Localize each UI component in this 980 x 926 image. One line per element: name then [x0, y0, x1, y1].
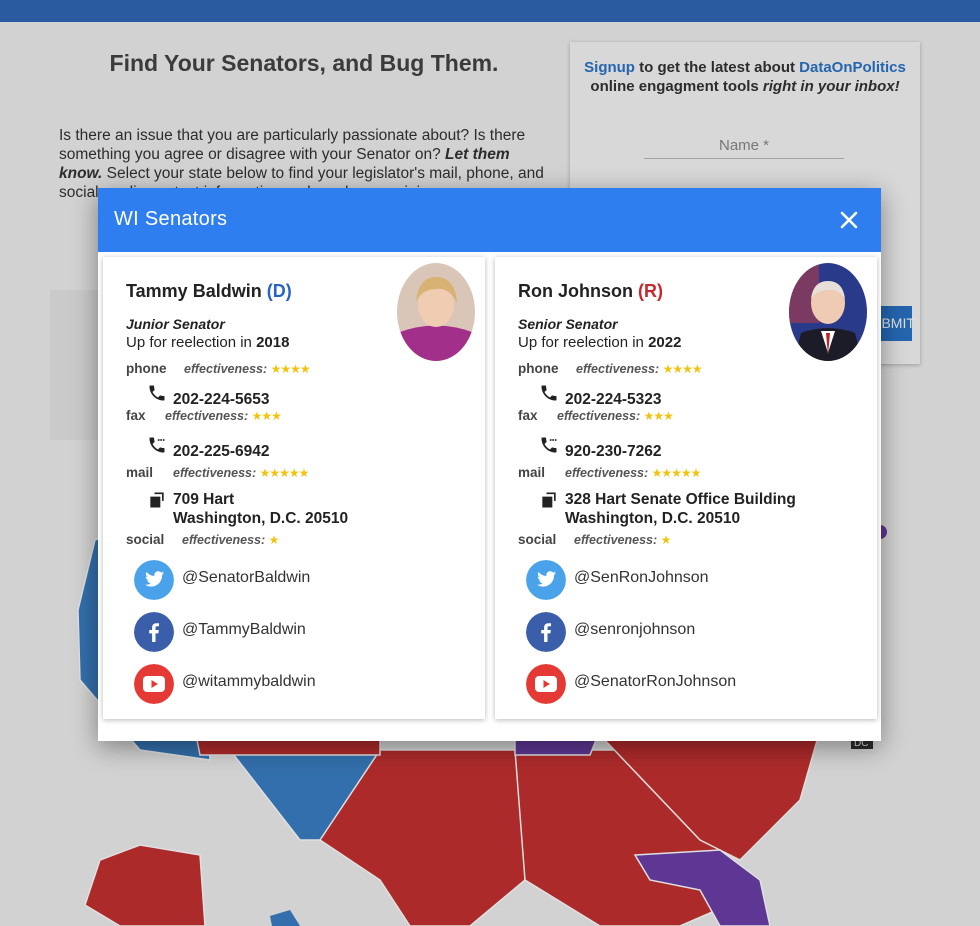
- reelection: Up for reelection in 2022: [518, 334, 681, 351]
- effectiveness-label: effectiveness:: [165, 409, 249, 423]
- youtube-icon[interactable]: [526, 664, 566, 704]
- fax-label: fax: [518, 408, 538, 423]
- effectiveness-label: effectiveness:: [574, 533, 658, 547]
- mail-effectiveness: effectiveness: ★★★★★: [565, 466, 702, 480]
- mail-label: mail: [518, 465, 546, 480]
- facebook-icon[interactable]: [526, 612, 566, 652]
- close-icon[interactable]: [835, 206, 863, 234]
- effectiveness-label: effectiveness:: [182, 533, 266, 547]
- senator-name: Tammy Baldwin (D): [126, 281, 292, 302]
- modal-title: WI Senators: [114, 208, 228, 230]
- star-rating: ★: [660, 533, 672, 547]
- mail-label: mail: [126, 465, 154, 480]
- star-rating: ★★★★★: [651, 466, 702, 480]
- effectiveness-label: effectiveness:: [565, 466, 649, 480]
- seniority: Junior Senator: [126, 316, 225, 332]
- party-badge: (D): [266, 281, 292, 301]
- fax-effectiveness: effectiveness: ★★★: [557, 409, 674, 423]
- modal-header: WI Senators: [98, 188, 881, 252]
- star-rating: ★★★★★: [259, 466, 310, 480]
- fax-number[interactable]: 920-230-7262: [565, 442, 662, 461]
- phone-effectiveness: effectiveness: ★★★★: [184, 362, 311, 376]
- phone-icon: [541, 385, 557, 401]
- senators-modal: WI Senators Tammy Baldwin (D) Junior Sen…: [98, 188, 881, 741]
- social-effectiveness: effectiveness: ★: [574, 533, 672, 547]
- phone-number[interactable]: 202-224-5323: [565, 390, 662, 409]
- senator-card-baldwin: Tammy Baldwin (D) Junior Senator Up for …: [103, 257, 485, 719]
- social-effectiveness: effectiveness: ★: [182, 533, 280, 547]
- fax-icon: [541, 437, 557, 453]
- social-label: social: [518, 532, 557, 547]
- phone-effectiveness: effectiveness: ★★★★: [576, 362, 703, 376]
- phone-label: phone: [126, 361, 167, 376]
- twitter-handle[interactable]: @SenRonJohnson: [574, 569, 709, 587]
- facebook-handle[interactable]: @TammyBaldwin: [182, 621, 306, 639]
- social-label: social: [126, 532, 165, 547]
- effectiveness-label: effectiveness:: [173, 466, 257, 480]
- star-rating: ★★★★: [270, 362, 311, 376]
- facebook-icon[interactable]: [134, 612, 174, 652]
- senator-name-text: Tammy Baldwin: [126, 281, 262, 301]
- phone-icon: [149, 385, 165, 401]
- phone-label: phone: [518, 361, 559, 376]
- twitter-handle[interactable]: @SenatorBaldwin: [182, 569, 310, 587]
- reelection-year: 2022: [648, 334, 682, 351]
- senator-name-text: Ron Johnson: [518, 281, 633, 301]
- reelection-label: Up for reelection in: [126, 334, 252, 351]
- mailbox-icon: [542, 492, 556, 508]
- star-rating: ★★★: [643, 409, 674, 423]
- reelection-year: 2018: [256, 334, 290, 351]
- fax-effectiveness: effectiveness: ★★★: [165, 409, 282, 423]
- party-badge: (R): [638, 281, 664, 301]
- address-line-2: Washington, D.C. 20510: [565, 510, 741, 527]
- facebook-handle[interactable]: @senronjohnson: [574, 621, 695, 639]
- star-rating: ★: [268, 533, 280, 547]
- youtube-handle[interactable]: @SenatorRonJohnson: [574, 673, 736, 691]
- fax-number[interactable]: 202-225-6942: [173, 442, 270, 461]
- address-line-1: 328 Hart Senate Office Building: [565, 491, 796, 508]
- star-rating: ★★★★: [662, 362, 703, 376]
- effectiveness-label: effectiveness:: [557, 409, 641, 423]
- senator-name: Ron Johnson (R): [518, 281, 663, 302]
- top-nav-bar: [0, 0, 980, 22]
- fax-label: fax: [126, 408, 146, 423]
- effectiveness-label: effectiveness:: [184, 362, 268, 376]
- senator-card-johnson: Ron Johnson (R) Senior Senator Up for re…: [495, 257, 877, 719]
- seniority: Senior Senator: [518, 316, 618, 332]
- effectiveness-label: effectiveness:: [576, 362, 660, 376]
- address-line-2: Washington, D.C. 20510: [173, 510, 349, 527]
- reelection: Up for reelection in 2018: [126, 334, 289, 351]
- youtube-icon[interactable]: [134, 664, 174, 704]
- senator-photo: [397, 263, 475, 361]
- twitter-icon[interactable]: [526, 560, 566, 600]
- phone-number[interactable]: 202-224-5653: [173, 390, 270, 409]
- star-rating: ★★★: [251, 409, 282, 423]
- senator-photo: [789, 263, 867, 361]
- mailbox-icon: [150, 492, 164, 508]
- address-line-1: 709 Hart: [173, 491, 235, 508]
- mail-effectiveness: effectiveness: ★★★★★: [173, 466, 310, 480]
- youtube-handle[interactable]: @witammybaldwin: [182, 673, 316, 691]
- twitter-icon[interactable]: [134, 560, 174, 600]
- reelection-label: Up for reelection in: [518, 334, 644, 351]
- fax-icon: [149, 437, 165, 453]
